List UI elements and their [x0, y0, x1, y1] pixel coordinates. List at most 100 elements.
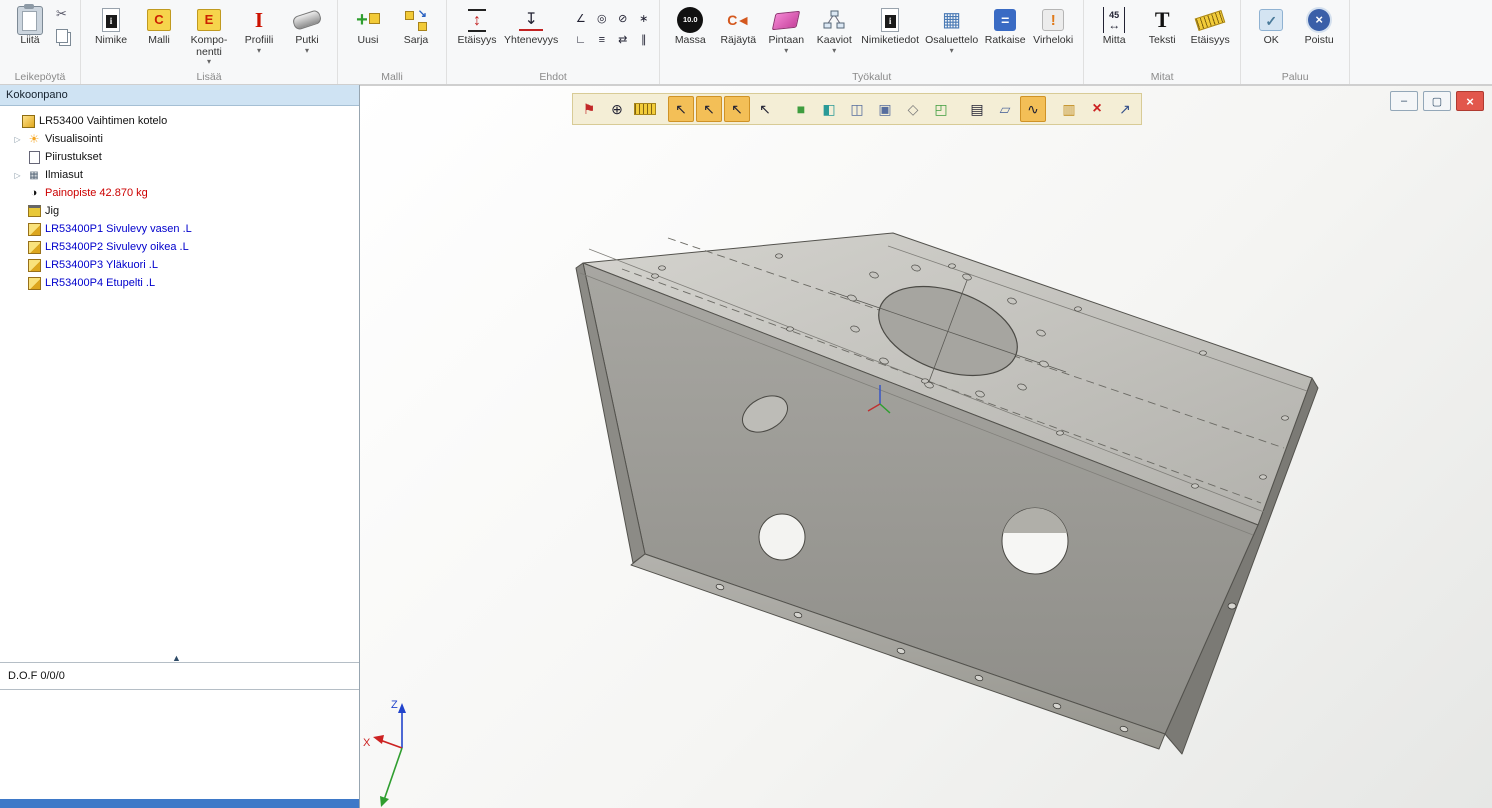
shaded-view-icon[interactable]: ■ [788, 96, 814, 122]
ribbon-group-model: + Uusi ↘ Sarja Malli [338, 0, 447, 84]
tree-item-label: Jig [45, 205, 59, 217]
tree-item-label: LR53400 Vaihtimen kotelo [39, 115, 167, 127]
shaded-edges-view-icon[interactable]: ◧ [816, 96, 842, 122]
group-label-insert: Lisää [81, 71, 337, 83]
group-label-model: Malli [338, 71, 446, 83]
swap-constraint-icon[interactable]: ⇄ [613, 32, 632, 47]
measure-ruler-icon[interactable] [632, 96, 658, 122]
grid-icon: ▦ [27, 170, 41, 181]
part-list-view-icon[interactable]: ▤ [964, 96, 990, 122]
tree-item-part-2[interactable]: LR53400P2 Sivulevy oikea .L [0, 238, 359, 256]
explode-icon: C◄ [727, 12, 749, 28]
mass-button[interactable]: 10.0 Massa [666, 4, 714, 49]
profile-button[interactable]: I Profiili ▾ [235, 4, 283, 56]
diagrams-button[interactable]: Kaaviot ▾ [810, 4, 858, 56]
tree-item-root[interactable]: LR53400 Vaihtimen kotelo [0, 112, 359, 130]
cut-icon[interactable]: ✂ [56, 8, 72, 20]
tree-item-label: Visualisointi [45, 133, 103, 145]
tree-item-label: LR53400P2 Sivulevy oikea .L [45, 241, 189, 253]
tree-item-part-4[interactable]: LR53400P4 Etupelti .L [0, 274, 359, 292]
group-label-return: Paluu [1241, 71, 1349, 83]
tree-item-label: LR53400P4 Etupelti .L [45, 277, 155, 289]
expand-arrow-icon[interactable]: ▷ [12, 135, 23, 144]
solve-icon: = [994, 9, 1016, 31]
chevron-down-icon: ▾ [784, 48, 788, 54]
assembly-tree: LR53400 Vaihtimen kotelo ▷ ☀ Visualisoin… [0, 106, 359, 292]
to-surface-button[interactable]: Pintaan ▾ [762, 4, 810, 56]
symmetry-constraint-icon[interactable]: ∗ [634, 11, 653, 26]
distance-constraint-button[interactable]: ↕ Etäisyys [453, 4, 501, 49]
pattern-button[interactable]: ↘ Sarja [392, 4, 440, 49]
error-log-button[interactable]: ! Virheloki [1029, 4, 1077, 49]
tangent-constraint-icon[interactable]: ⊘ [613, 11, 632, 26]
move-icon[interactable]: ⊕ [604, 96, 630, 122]
item-button[interactable]: i Nimike [87, 4, 135, 49]
parallel-constraint-icon[interactable]: ∥ [634, 32, 653, 47]
right-angle-constraint-icon[interactable]: ∟ [571, 32, 590, 47]
solve-button[interactable]: = Ratkaise [981, 4, 1029, 49]
tree-item-label: LR53400P3 Yläkuori .L [45, 259, 158, 271]
paste-icon [17, 6, 43, 35]
ribbon-group-clipboard: Liitä ✂ Leikepöytä [0, 0, 81, 84]
tree-item-appearances[interactable]: ▷ ▦ Ilmiasut [0, 166, 359, 184]
concentric-constraint-icon[interactable]: ◎ [592, 11, 611, 26]
select-vertex-icon[interactable]: ↖ [668, 96, 694, 122]
minimize-button[interactable]: – [1390, 91, 1418, 111]
angle-constraint-icon[interactable]: ∠ [571, 11, 590, 26]
model-canvas[interactable]: Z X [360, 86, 1492, 808]
close-button[interactable]: × [1456, 91, 1484, 111]
chevron-down-icon: ▾ [257, 48, 261, 54]
text-button[interactable]: T Teksti [1138, 4, 1186, 49]
to-surface-icon [772, 10, 800, 29]
component-button[interactable]: E Kompo-nentti ▾ [183, 4, 235, 67]
print-icon[interactable]: ▥ [1056, 96, 1082, 122]
part-list-button[interactable]: ▦ Osaluettelo ▾ [922, 4, 981, 56]
dimension-button[interactable]: 45↔ Mitta [1090, 4, 1138, 49]
paste-button[interactable]: Liitä [6, 4, 54, 49]
pin-icon[interactable]: ⚑ [576, 96, 602, 122]
tree-item-drawings[interactable]: Piirustukset [0, 148, 359, 166]
tree-item-visualization[interactable]: ▷ ☀ Visualisointi [0, 130, 359, 148]
ribbon: Liitä ✂ Leikepöytä i Nimike C Malli E Ko… [0, 0, 1492, 85]
model-button[interactable]: C Malli [135, 4, 183, 49]
copy-icon[interactable] [56, 29, 68, 43]
expand-arrow-icon[interactable]: ▷ [12, 171, 23, 180]
tree-item-center-of-mass[interactable]: ◑ Painopiste 42.870 kg [0, 184, 359, 202]
group-label-tools: Työkalut [660, 71, 1083, 83]
bottom-scroll-strip[interactable] [0, 799, 359, 808]
tree-item-jig[interactable]: Jig [0, 202, 359, 220]
sun-icon: ☀ [27, 132, 41, 146]
coincidence-constraint-icon: ↧ [519, 10, 542, 31]
new-button[interactable]: + Uusi [344, 4, 392, 49]
coincidence-constraint-button[interactable]: ↧ Yhtenevyys [501, 4, 561, 49]
z-axis-label: Z [391, 699, 398, 711]
restore-button[interactable]: ▢ [1423, 91, 1451, 111]
mass-icon: 10.0 [677, 7, 703, 33]
equal-constraint-icon[interactable]: ≡ [592, 32, 611, 47]
measure-distance-button[interactable]: Etäisyys [1186, 4, 1234, 49]
tree-item-part-3[interactable]: LR53400P3 Yläkuori .L [0, 256, 359, 274]
copy-view-icon[interactable]: ▱ [992, 96, 1018, 122]
ok-button[interactable]: ✓ OK [1247, 4, 1295, 49]
pipe-button[interactable]: Putki ▾ [283, 4, 331, 56]
iso-view-icon[interactable]: ◇ [900, 96, 926, 122]
pattern-icon: ↘ [404, 8, 428, 32]
paste-label: Liitä [20, 35, 39, 47]
select-face-icon[interactable]: ↖ [724, 96, 750, 122]
item-data-button[interactable]: i Nimiketiedot [858, 4, 922, 49]
select-edge-icon[interactable]: ↖ [696, 96, 722, 122]
pipe-icon [292, 9, 323, 31]
model-viewport[interactable]: Z X ⚑ ⊕ ↖ ↖ ↖ ↖ ■ ◧ ◫ ▣ ◇ ◰ ▤ ▱ ∿ ▥ × ↗ … [360, 85, 1492, 808]
explode-button[interactable]: C◄ Räjäytä [714, 4, 762, 49]
select-any-icon[interactable]: ↖ [752, 96, 778, 122]
exit-button[interactable]: × Poistu [1295, 4, 1343, 49]
tree-item-part-1[interactable]: LR53400P1 Sivulevy vasen .L [0, 220, 359, 238]
spline-icon[interactable]: ∿ [1020, 96, 1046, 122]
export-view-icon[interactable]: ↗ [1112, 96, 1138, 122]
part-list-table-icon: ▦ [942, 8, 961, 32]
window-controls: – ▢ × [1390, 91, 1484, 111]
corner-view-icon[interactable]: ◰ [928, 96, 954, 122]
delete-icon[interactable]: × [1084, 96, 1110, 122]
wireframe-view-icon[interactable]: ▣ [872, 96, 898, 122]
hidden-line-view-icon[interactable]: ◫ [844, 96, 870, 122]
